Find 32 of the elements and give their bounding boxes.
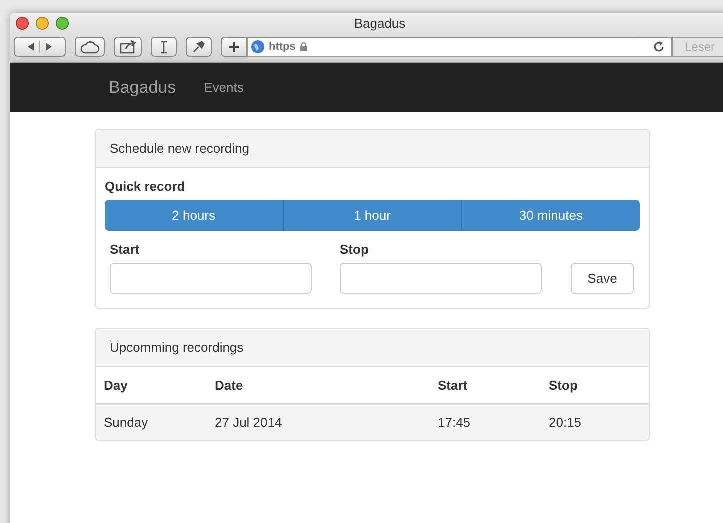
zoom-button[interactable] xyxy=(56,17,69,30)
back-forward-button[interactable] xyxy=(14,37,66,57)
panel-title: Schedule new recording xyxy=(110,141,250,156)
table-cell: 27 Jul 2014 xyxy=(207,404,430,440)
close-button[interactable] xyxy=(16,17,29,30)
minimize-button[interactable] xyxy=(36,17,49,30)
table-cell: 20:15 xyxy=(541,404,649,440)
field-label: Stop xyxy=(340,242,370,257)
field-label: Start xyxy=(110,242,141,257)
table-cell: 17:45 xyxy=(430,404,541,440)
window-title: Bagadus xyxy=(354,16,406,30)
address-field[interactable]: https xyxy=(247,37,672,57)
save-button[interactable]: Save xyxy=(571,263,634,294)
quick-record-button[interactable]: 2 hours xyxy=(105,200,284,231)
quick-record-button[interactable]: 1 hour xyxy=(284,200,462,231)
url-scheme: https xyxy=(269,41,296,53)
text-cursor-icon[interactable] xyxy=(151,37,177,57)
reload-icon[interactable] xyxy=(653,41,665,53)
time-input-field[interactable] xyxy=(110,263,312,294)
nav-link[interactable]: Events xyxy=(204,80,244,95)
quick-record-label: Quick record xyxy=(105,179,186,194)
share-icon[interactable] xyxy=(114,37,142,57)
add-icon[interactable] xyxy=(221,37,247,57)
globe-icon xyxy=(251,40,265,54)
panel-title: Upcomming recordings xyxy=(110,340,244,355)
quick-record-button[interactable]: 30 minutes xyxy=(462,200,640,231)
table-cell: Sunday xyxy=(96,404,207,440)
time-input-field[interactable] xyxy=(340,263,542,294)
lock-icon xyxy=(300,42,308,52)
cloud-icon[interactable] xyxy=(75,37,105,57)
brand-link[interactable]: Bagadus xyxy=(109,78,176,98)
pen-icon[interactable] xyxy=(186,37,212,57)
